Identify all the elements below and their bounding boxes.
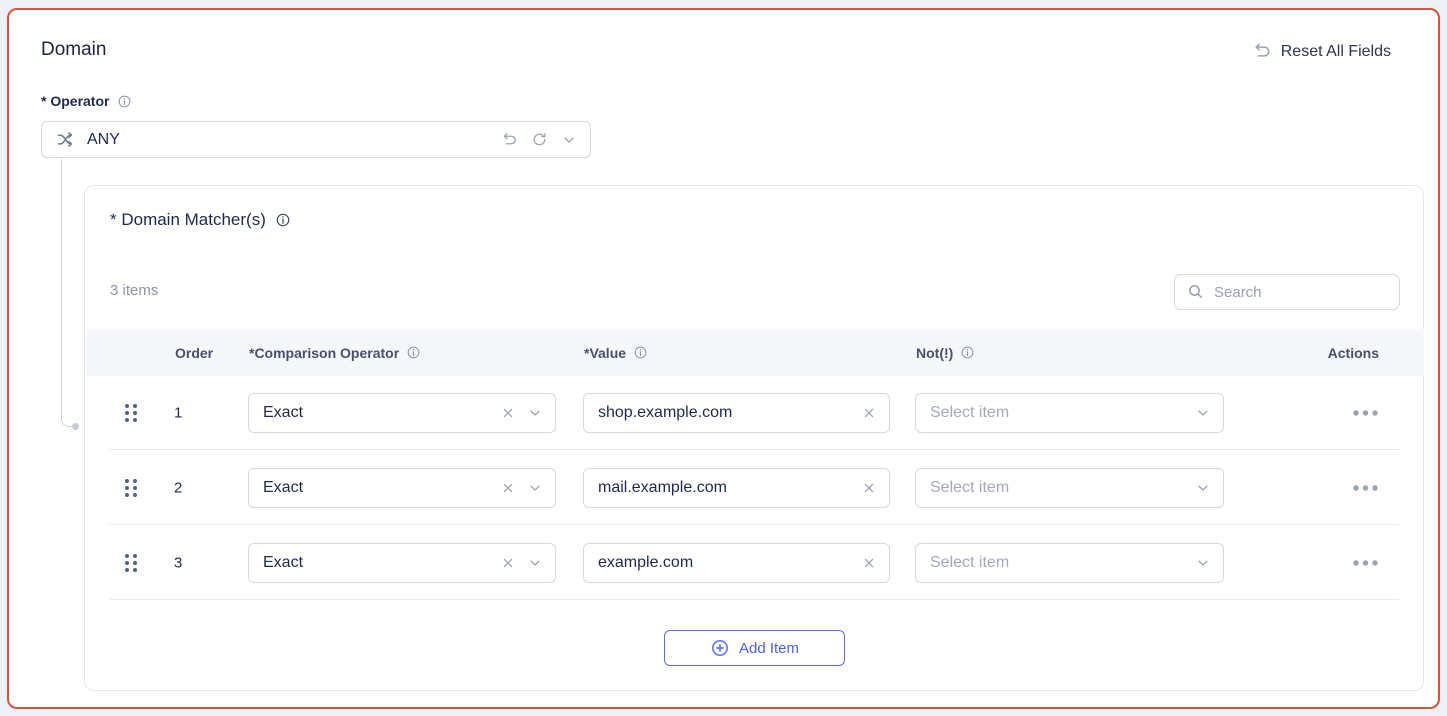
undo-icon — [1251, 41, 1272, 62]
column-header-not-label: Not(!) — [916, 345, 953, 361]
page-title: Domain — [41, 39, 106, 61]
row-order-number: 3 — [174, 554, 182, 571]
plus-circle-icon — [710, 638, 730, 658]
table-row: 2 Exact Select item — [85, 450, 1423, 525]
comparison-operator-select[interactable]: Exact — [248, 468, 556, 508]
value-input[interactable] — [598, 404, 850, 422]
value-input-wrapper — [583, 393, 890, 433]
search-icon — [1187, 283, 1205, 301]
column-header-not: Not(!) — [916, 329, 975, 376]
table-row: 1 Exact Select item — [85, 376, 1423, 450]
row-actions-menu-icon[interactable] — [1352, 409, 1379, 417]
not-select-placeholder: Select item — [930, 404, 1184, 422]
clear-icon[interactable] — [500, 405, 516, 421]
domain-matchers-title-text: * Domain Matcher(s) — [110, 210, 266, 230]
column-header-order-label: Order — [175, 345, 213, 361]
table-header: Order *Comparison Operator *Value Not(!)… — [86, 329, 1424, 376]
value-input[interactable] — [598, 554, 850, 572]
operator-selected-value: ANY — [87, 131, 489, 149]
drag-handle-icon[interactable] — [123, 477, 139, 499]
column-header-comparison-operator: *Comparison Operator — [249, 329, 421, 376]
not-select[interactable]: Select item — [915, 543, 1224, 583]
info-icon[interactable] — [633, 345, 648, 360]
not-select-placeholder: Select item — [930, 479, 1184, 497]
comparison-operator-value: Exact — [263, 554, 489, 572]
reset-all-fields-button[interactable]: Reset All Fields — [1251, 41, 1391, 62]
row-actions-menu-icon[interactable] — [1352, 484, 1379, 492]
domain-form-card: Domain Reset All Fields * Operator ANY *… — [7, 8, 1440, 709]
chevron-down-icon — [1195, 555, 1211, 571]
column-header-actions-label: Actions — [1328, 345, 1379, 361]
add-item-button[interactable]: Add Item — [664, 630, 845, 666]
comparison-operator-select[interactable]: Exact — [248, 393, 556, 433]
tree-connector-dot — [72, 423, 79, 430]
info-icon[interactable] — [406, 345, 421, 360]
column-header-comparison-label: *Comparison Operator — [249, 345, 399, 361]
row-order-number: 1 — [174, 405, 182, 422]
chevron-down-icon — [527, 555, 543, 571]
chevron-down-icon — [561, 132, 577, 148]
add-item-label: Add Item — [739, 640, 799, 657]
items-count: 3 items — [110, 282, 158, 299]
info-icon[interactable] — [275, 212, 291, 228]
not-select-placeholder: Select item — [930, 554, 1184, 572]
column-header-value: *Value — [584, 329, 648, 376]
clear-icon[interactable] — [500, 480, 516, 496]
chevron-down-icon — [1195, 405, 1211, 421]
not-select[interactable]: Select item — [915, 468, 1224, 508]
clear-icon[interactable] — [861, 480, 877, 496]
operator-select[interactable]: ANY — [41, 121, 591, 158]
chevron-down-icon — [527, 405, 543, 421]
branch-icon — [55, 129, 76, 150]
row-actions-menu-icon[interactable] — [1352, 559, 1379, 567]
search-input[interactable] — [1214, 284, 1387, 301]
domain-matchers-panel: * Domain Matcher(s) 3 items Order *Compa… — [84, 185, 1424, 691]
column-header-actions: Actions — [1328, 329, 1379, 376]
comparison-operator-value: Exact — [263, 479, 489, 497]
undo-icon[interactable] — [500, 131, 518, 149]
column-header-value-label: *Value — [584, 345, 626, 361]
value-input-wrapper — [583, 543, 890, 583]
search-box — [1174, 274, 1400, 310]
info-icon[interactable] — [117, 94, 132, 109]
column-header-order: Order — [175, 329, 213, 376]
reload-icon[interactable] — [531, 131, 548, 148]
table-row: 3 Exact Select item — [85, 525, 1423, 600]
value-input[interactable] — [598, 479, 850, 497]
clear-icon[interactable] — [861, 555, 877, 571]
drag-handle-icon[interactable] — [123, 552, 139, 574]
chevron-down-icon — [527, 480, 543, 496]
reset-all-fields-label: Reset All Fields — [1281, 43, 1391, 61]
operator-field-label: * Operator — [41, 93, 132, 109]
domain-matchers-title: * Domain Matcher(s) — [110, 210, 291, 230]
comparison-operator-select[interactable]: Exact — [248, 543, 556, 583]
row-order-number: 2 — [174, 479, 182, 496]
operator-label-text: * Operator — [41, 93, 109, 109]
chevron-down-icon — [1195, 480, 1211, 496]
info-icon[interactable] — [960, 345, 975, 360]
comparison-operator-value: Exact — [263, 404, 489, 422]
drag-handle-icon[interactable] — [123, 402, 139, 424]
row-divider — [110, 599, 1399, 600]
value-input-wrapper — [583, 468, 890, 508]
not-select[interactable]: Select item — [915, 393, 1224, 433]
clear-icon[interactable] — [500, 555, 516, 571]
tree-connector-line — [61, 159, 74, 427]
clear-icon[interactable] — [861, 405, 877, 421]
